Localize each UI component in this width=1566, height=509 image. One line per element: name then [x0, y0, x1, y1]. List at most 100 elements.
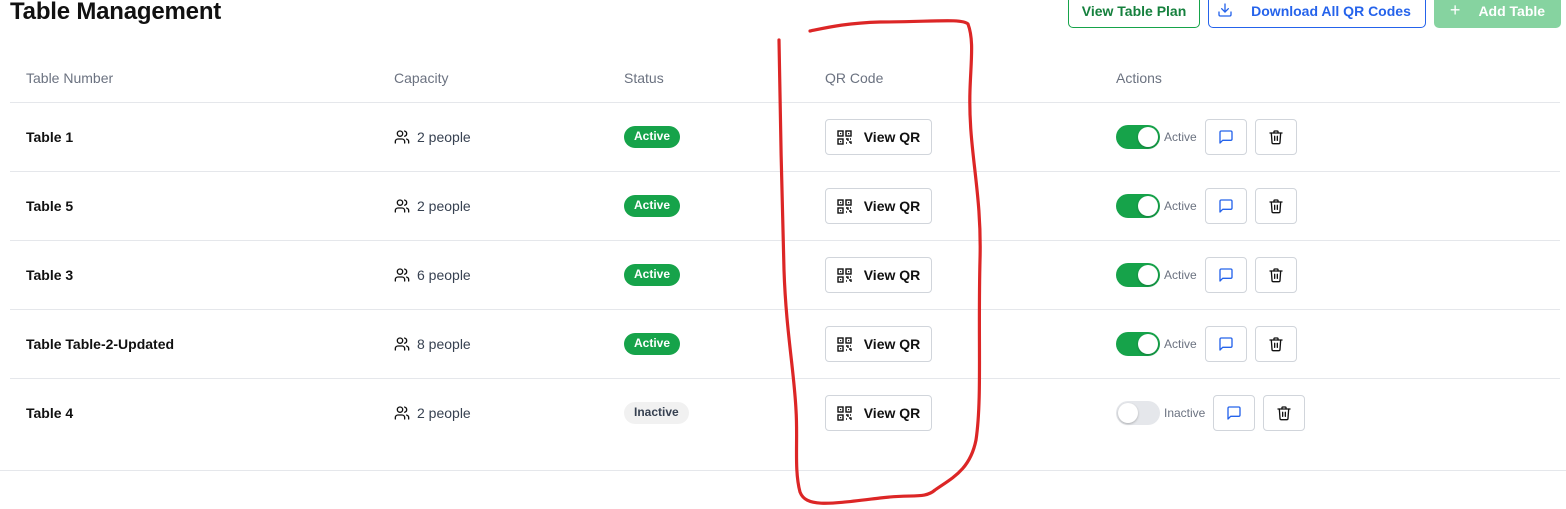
- message-button[interactable]: [1204, 326, 1247, 362]
- view-qr-button[interactable]: View QR: [825, 395, 932, 431]
- view-qr-button[interactable]: View QR: [825, 326, 932, 362]
- capacity-cell: 2 people: [394, 103, 471, 171]
- divider: [0, 470, 1566, 471]
- add-table-label: Add Table: [1478, 3, 1546, 19]
- column-header-qr-code: QR Code: [825, 70, 884, 86]
- qr-cell: View QR: [825, 172, 932, 240]
- message-button[interactable]: [1213, 395, 1256, 431]
- actions-cell: Active: [1116, 310, 1305, 378]
- users-icon: [394, 267, 417, 283]
- qr-cell: View QR: [825, 103, 932, 171]
- toggle-label: Active: [1164, 130, 1197, 144]
- view-table-plan-label: View Table Plan: [1081, 3, 1187, 19]
- trash-icon: [1268, 129, 1284, 145]
- trash-icon: [1268, 267, 1284, 283]
- capacity-value: 6 people: [417, 267, 471, 283]
- table-management-page: Table Management View Table Plan Downloa…: [0, 0, 1566, 509]
- capacity-value: 2 people: [417, 198, 471, 214]
- table-number: Table 1: [26, 129, 74, 145]
- toggle-knob: [1138, 196, 1158, 216]
- trash-icon: [1268, 198, 1284, 214]
- message-button[interactable]: [1204, 119, 1247, 155]
- table-number: Table 5: [26, 198, 74, 214]
- qr-code-icon: [837, 267, 864, 283]
- status-badge: Active: [624, 195, 681, 217]
- table-row: Table 5 2 people Active View QR Active: [10, 172, 1560, 241]
- message-button[interactable]: [1204, 257, 1247, 293]
- table-row: Table 3 6 people Active View QR Active: [10, 241, 1560, 310]
- status-toggle[interactable]: [1116, 401, 1160, 425]
- table-row: Table 4 2 people Inactive View QR Inactive: [10, 379, 1560, 447]
- view-qr-button[interactable]: View QR: [825, 188, 932, 224]
- view-qr-label: View QR: [863, 405, 921, 421]
- message-button[interactable]: [1204, 188, 1247, 224]
- status-cell: Active: [624, 172, 681, 240]
- capacity-cell: 6 people: [394, 241, 471, 309]
- column-header-capacity: Capacity: [394, 70, 449, 86]
- actions-cell: Active: [1116, 241, 1305, 309]
- toggle-label: Active: [1164, 199, 1197, 213]
- status-toggle[interactable]: [1116, 263, 1160, 287]
- status-cell: Active: [624, 241, 681, 309]
- message-square-icon: [1218, 198, 1234, 214]
- view-qr-label: View QR: [863, 336, 921, 352]
- status-badge: Inactive: [624, 402, 689, 424]
- status-toggle[interactable]: [1116, 194, 1160, 218]
- delete-button[interactable]: [1254, 326, 1297, 362]
- delete-button[interactable]: [1254, 188, 1297, 224]
- qr-code-icon: [837, 336, 864, 352]
- table-number: Table Table-2-Updated: [26, 336, 175, 352]
- trash-icon: [1268, 336, 1284, 352]
- view-qr-label: View QR: [863, 198, 921, 214]
- actions-cell: Active: [1116, 103, 1305, 171]
- actions-cell: Inactive: [1116, 379, 1313, 447]
- download-all-qr-codes-button[interactable]: Download All QR Codes: [1208, 0, 1426, 28]
- capacity-value: 8 people: [417, 336, 471, 352]
- qr-code-icon: [837, 405, 864, 421]
- delete-button[interactable]: [1263, 395, 1306, 431]
- view-qr-button[interactable]: View QR: [825, 119, 932, 155]
- capacity-cell: 2 people: [394, 172, 471, 240]
- toggle-label: Active: [1164, 268, 1197, 282]
- message-square-icon: [1218, 267, 1234, 283]
- column-header-table-number: Table Number: [26, 70, 114, 86]
- capacity-cell: 2 people: [394, 379, 471, 447]
- qr-cell: View QR: [825, 379, 932, 447]
- toggle-knob: [1138, 334, 1158, 354]
- table-row: Table 1 2 people Active View QR Active: [10, 103, 1560, 172]
- view-table-plan-button[interactable]: View Table Plan: [1068, 0, 1200, 28]
- qr-code-icon: [837, 129, 864, 145]
- users-icon: [394, 198, 417, 214]
- qr-cell: View QR: [825, 241, 932, 309]
- status-cell: Active: [624, 103, 681, 171]
- qr-code-icon: [837, 198, 864, 214]
- status-cell: Inactive: [624, 379, 689, 447]
- message-square-icon: [1218, 129, 1234, 145]
- users-icon: [394, 405, 417, 421]
- status-toggle[interactable]: [1116, 125, 1160, 149]
- page-title: Table Management: [10, 0, 222, 25]
- plus-icon: +: [1449, 0, 1461, 20]
- qr-cell: View QR: [825, 310, 932, 378]
- view-qr-label: View QR: [863, 129, 921, 145]
- delete-button[interactable]: [1254, 257, 1297, 293]
- status-badge: Active: [624, 333, 681, 355]
- toggle-knob: [1138, 127, 1158, 147]
- download-icon: [1217, 2, 1233, 21]
- table-header: Table Number Capacity Status QR Code Act…: [10, 56, 1560, 103]
- column-header-status: Status: [624, 70, 664, 86]
- actions-cell: Active: [1116, 172, 1305, 240]
- view-qr-label: View QR: [863, 267, 921, 283]
- delete-button[interactable]: [1254, 119, 1297, 155]
- table-number: Table 3: [26, 267, 74, 283]
- table-row: Table Table-2-Updated 8 people Active View …: [10, 310, 1560, 379]
- view-qr-button[interactable]: View QR: [825, 257, 932, 293]
- add-table-button[interactable]: + Add Table: [1434, 0, 1561, 28]
- users-icon: [394, 336, 417, 352]
- message-square-icon: [1218, 336, 1234, 352]
- status-badge: Active: [624, 126, 681, 148]
- toggle-label: Active: [1164, 337, 1197, 351]
- status-toggle[interactable]: [1116, 332, 1160, 356]
- column-header-actions: Actions: [1116, 70, 1162, 86]
- toggle-knob: [1138, 265, 1158, 285]
